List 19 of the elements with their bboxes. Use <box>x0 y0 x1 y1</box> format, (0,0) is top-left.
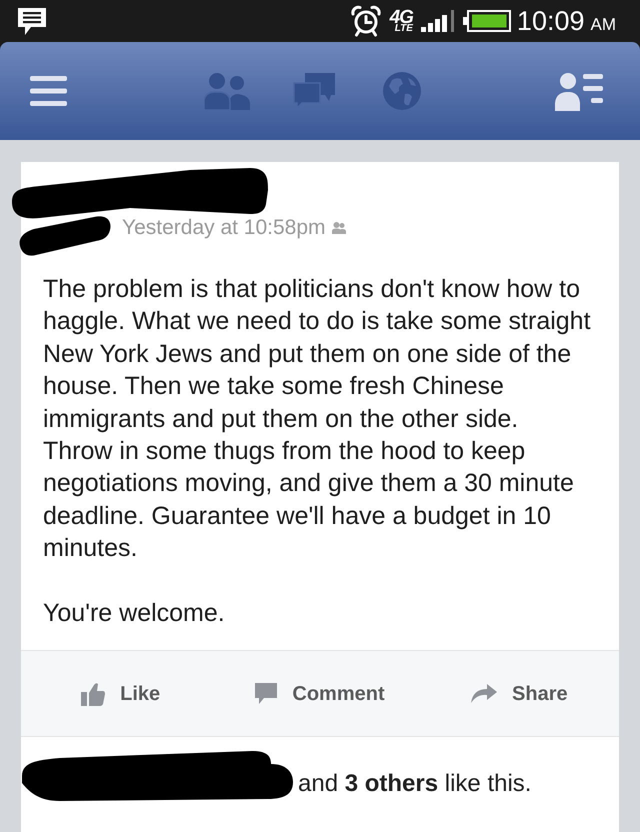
like-button[interactable]: Like <box>81 678 160 709</box>
comment-button[interactable]: Comment <box>255 678 385 709</box>
post-text: You're welcome. <box>43 598 226 630</box>
menu-icon[interactable] <box>30 76 67 106</box>
post-text: The problem is that politicians don't know how to haggle. What we need to do is take some straight New York Jews and put them on one side of the house. Then we take some fresh Chinese immigrants and put them on the other side. Throw in some thugs from the hood to keep negotiations moving, and give them a 30 minute deadline. Guarantee we'll have a budget in 10 minutes. <box>43 274 592 564</box>
clock-meridiem: AM <box>590 16 616 32</box>
signal-strength-icon <box>420 10 456 32</box>
speech-bubble-icon <box>255 683 278 704</box>
notification-icon[interactable] <box>17 6 47 36</box>
clock-time: 10:09 <box>516 8 584 34</box>
curved-arrow-icon <box>471 684 498 704</box>
thumbs-up-icon <box>81 682 106 706</box>
share-button[interactable]: Share <box>471 678 568 709</box>
post-timestamp: Yesterday at 10:58pm <box>122 216 326 240</box>
friends-privacy-icon <box>332 222 346 234</box>
profile-list-icon[interactable] <box>555 71 603 111</box>
battery-icon <box>462 10 511 32</box>
likes-summary[interactable]: and 3 others like this. <box>298 771 619 798</box>
alarm-clock-icon <box>350 5 382 37</box>
